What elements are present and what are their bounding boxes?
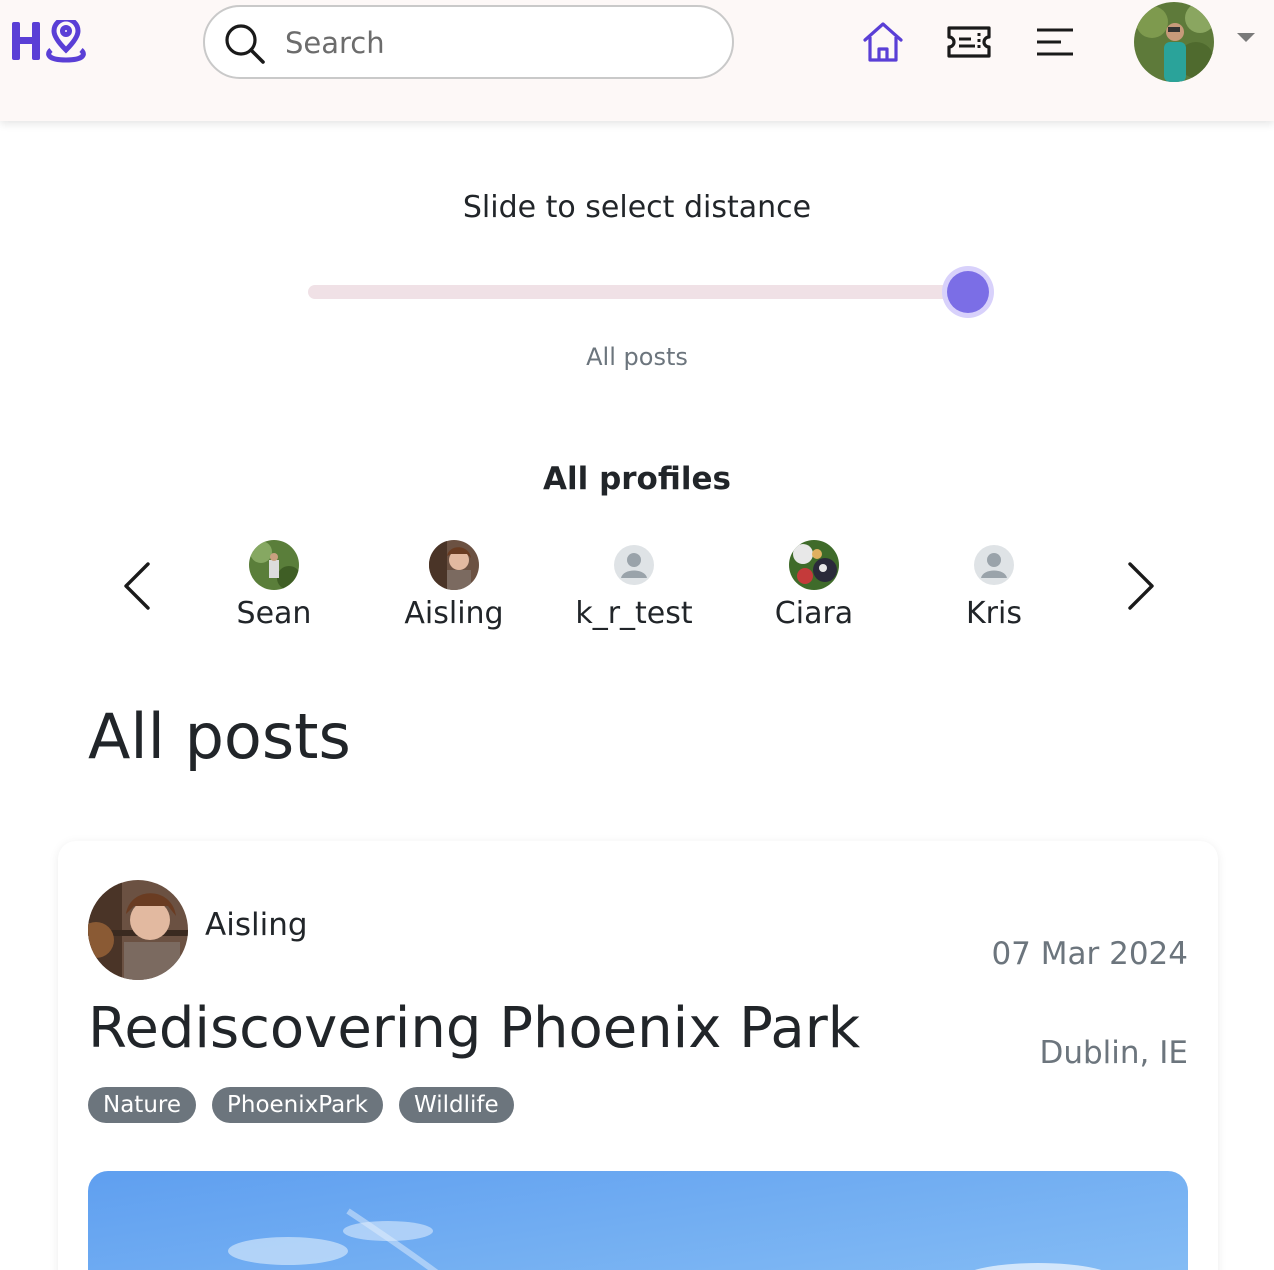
default-avatar-icon <box>969 540 1019 590</box>
chevron-left-icon[interactable] <box>122 560 152 612</box>
profile-name: k_r_test <box>575 596 693 631</box>
profile-name: Kris <box>966 596 1022 631</box>
map-pin-icon <box>46 16 86 63</box>
profile-item-ciara[interactable]: Ciara <box>729 540 899 631</box>
tag-badge[interactable]: Nature <box>88 1087 196 1123</box>
logo-mark <box>12 22 40 60</box>
search-bar[interactable] <box>203 5 734 79</box>
post-card[interactable]: Aisling 07 Mar 2024 Rediscovering Phoeni… <box>58 841 1218 1270</box>
profile-avatar <box>249 540 299 590</box>
post-title[interactable]: Rediscovering Phoenix Park <box>88 996 860 1061</box>
post-image[interactable] <box>88 1171 1188 1270</box>
distance-slider-value: All posts <box>586 343 688 371</box>
search-input[interactable] <box>285 17 715 69</box>
profile-item-kris[interactable]: Kris <box>909 540 1079 631</box>
profile-avatar <box>789 540 839 590</box>
top-navbar <box>0 0 1274 121</box>
profiles-heading: All profiles <box>543 461 731 497</box>
distance-slider-track[interactable] <box>308 285 968 299</box>
profile-item-aisling[interactable]: Aisling <box>369 540 539 631</box>
tag-badge[interactable]: Wildlife <box>398 1087 514 1123</box>
default-avatar-icon <box>609 540 659 590</box>
profile-item-k-r-test[interactable]: k_r_test <box>549 540 719 631</box>
distance-slider-label: Slide to select distance <box>462 190 812 225</box>
profile-name: Sean <box>236 596 312 631</box>
home-icon[interactable] <box>859 18 907 66</box>
search-icon <box>225 24 265 64</box>
ticket-icon[interactable] <box>945 18 993 66</box>
menu-icon[interactable] <box>1031 18 1079 66</box>
post-author-avatar[interactable] <box>88 880 188 980</box>
profile-name: Ciara <box>774 596 854 631</box>
chevron-right-icon[interactable] <box>1126 560 1156 612</box>
post-tags: Nature PhoenixPark Wildlife <box>88 1087 514 1123</box>
post-author-name[interactable]: Aisling <box>205 907 308 943</box>
caret-down-icon[interactable] <box>1237 33 1255 42</box>
profile-avatar <box>429 540 479 590</box>
posts-heading: All posts <box>88 700 351 773</box>
user-avatar[interactable] <box>1134 2 1214 82</box>
profile-name: Aisling <box>404 596 504 631</box>
distance-slider-thumb[interactable] <box>947 271 989 313</box>
post-location: Dublin, IE <box>1039 1035 1188 1071</box>
app-logo[interactable] <box>10 16 90 66</box>
profile-item-sean[interactable]: Sean <box>189 540 359 631</box>
post-date: 07 Mar 2024 <box>991 936 1188 972</box>
tag-badge[interactable]: PhoenixPark <box>212 1087 383 1123</box>
